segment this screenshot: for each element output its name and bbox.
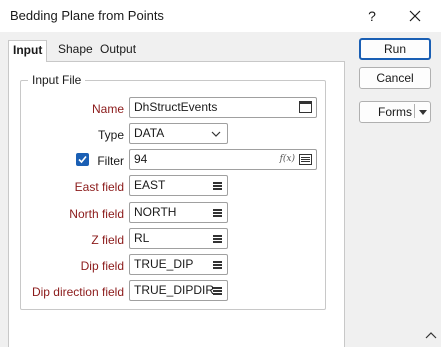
field-list-icon[interactable]	[213, 235, 222, 244]
list-icon	[299, 154, 312, 165]
dip-field-value: TRUE_DIP	[134, 257, 194, 271]
chevron-up-icon[interactable]	[424, 329, 438, 341]
window-title: Bedding Plane from Points	[10, 8, 164, 23]
dip-direction-field-label: Dip direction field	[31, 285, 124, 299]
field-list-icon[interactable]	[213, 182, 222, 191]
forms-split-divider	[414, 104, 415, 118]
north-field-label: North field	[69, 207, 124, 221]
filter-label: Filter	[97, 154, 124, 168]
group-title: Input File	[28, 73, 86, 87]
north-field-value: NORTH	[134, 205, 177, 219]
chevron-down-icon	[211, 131, 221, 137]
dip-field-label: Dip field	[80, 259, 124, 273]
field-list-icon[interactable]	[213, 261, 222, 270]
type-label: Type	[97, 128, 124, 142]
checkmark-icon	[78, 155, 87, 164]
forms-label: Forms	[378, 105, 412, 119]
filter-checkbox[interactable]	[76, 153, 89, 166]
z-field-label: Z field	[91, 233, 124, 247]
close-button[interactable]	[404, 6, 426, 26]
browse-window-icon	[299, 101, 312, 113]
dip-field-input[interactable]: TRUE_DIP	[129, 254, 228, 275]
z-field-value: RL	[134, 231, 150, 245]
tab-output[interactable]: Output	[96, 40, 140, 61]
east-field-label: East field	[74, 180, 124, 194]
name-label: Name	[91, 102, 124, 116]
name-field[interactable]: DhStructEvents	[129, 97, 317, 118]
help-button[interactable]: ?	[362, 6, 382, 26]
close-icon	[409, 10, 421, 22]
cancel-button[interactable]: Cancel	[359, 67, 431, 89]
tab-input[interactable]: Input	[8, 40, 48, 62]
north-field-input[interactable]: NORTH	[129, 202, 228, 223]
dip-direction-field-input[interactable]: TRUE_DIPDIR	[129, 280, 228, 301]
function-icon[interactable]: f(x)	[280, 150, 295, 169]
name-value: DhStructEvents	[134, 100, 218, 114]
dip-direction-field-value: TRUE_DIPDIR	[134, 283, 215, 297]
field-list-icon[interactable]	[213, 287, 222, 296]
type-select[interactable]: DATA	[129, 123, 228, 144]
east-field-value: EAST	[134, 178, 166, 192]
type-value: DATA	[134, 126, 165, 140]
east-field-input[interactable]: EAST	[129, 175, 228, 196]
z-field-input[interactable]: RL	[129, 228, 228, 249]
run-button[interactable]: Run	[359, 38, 431, 60]
filter-field[interactable]: 94 f(x)	[129, 149, 317, 170]
filter-value: 94	[134, 152, 148, 166]
tab-shape[interactable]: Shape	[54, 40, 97, 61]
forms-dropdown-icon[interactable]	[419, 110, 427, 115]
title-bar: Bedding Plane from Points ?	[0, 0, 441, 32]
field-list-icon[interactable]	[213, 209, 222, 218]
